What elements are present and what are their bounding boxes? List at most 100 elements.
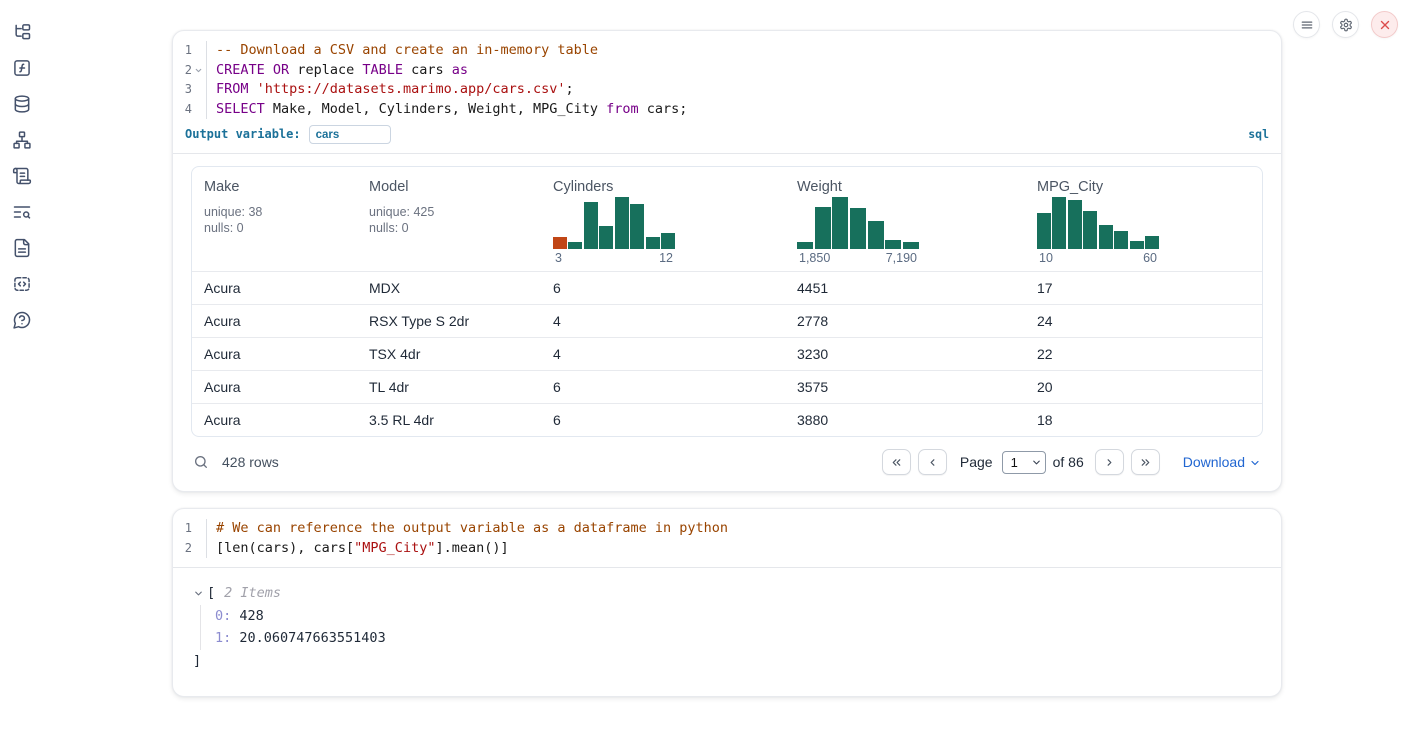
help-icon[interactable] bbox=[12, 310, 32, 330]
table-cell[interactable]: Acura bbox=[192, 370, 357, 403]
search-icon[interactable] bbox=[193, 454, 209, 470]
table-cell[interactable]: 2778 bbox=[785, 304, 1025, 337]
histogram-bar[interactable] bbox=[868, 221, 884, 249]
histogram-bar[interactable] bbox=[903, 242, 919, 248]
histogram-bar[interactable] bbox=[815, 207, 831, 249]
histogram-bar[interactable] bbox=[885, 240, 901, 249]
table-cell[interactable]: 18 bbox=[1025, 403, 1262, 436]
histogram-bar[interactable] bbox=[1052, 197, 1066, 249]
histogram-axis: 1060 bbox=[1037, 251, 1159, 265]
histogram-bar[interactable] bbox=[797, 242, 813, 248]
table-cell[interactable]: TL 4dr bbox=[357, 370, 541, 403]
histogram-bar[interactable] bbox=[1037, 213, 1051, 248]
table-cell[interactable]: Acura bbox=[192, 403, 357, 436]
table-cell[interactable]: 6 bbox=[541, 370, 785, 403]
histogram-bar[interactable] bbox=[832, 197, 848, 249]
code-snippet-icon[interactable] bbox=[12, 274, 32, 294]
table-cell[interactable]: 17 bbox=[1025, 271, 1262, 304]
histogram-bar[interactable] bbox=[630, 204, 644, 249]
histogram-bar[interactable] bbox=[1130, 241, 1144, 248]
code-line[interactable]: 4SELECT Make, Model, Cylinders, Weight, … bbox=[173, 100, 1281, 120]
items-count-label: 2 Items bbox=[224, 582, 281, 605]
table-cell[interactable]: 4451 bbox=[785, 271, 1025, 304]
page-select[interactable]: 1 bbox=[1002, 451, 1046, 474]
histogram-bar[interactable] bbox=[584, 202, 598, 249]
table-cell[interactable]: 6 bbox=[541, 271, 785, 304]
histogram-bar[interactable] bbox=[1068, 200, 1082, 249]
histogram-bar[interactable] bbox=[568, 242, 582, 248]
database-icon[interactable] bbox=[12, 94, 32, 114]
code-line[interactable]: 1-- Download a CSV and create an in-memo… bbox=[173, 41, 1281, 61]
page-label: Page bbox=[960, 454, 993, 470]
histogram-bar[interactable] bbox=[661, 233, 675, 249]
table-row[interactable]: AcuraRSX Type S 2dr4277824 bbox=[192, 304, 1262, 337]
output-variable-input[interactable] bbox=[309, 125, 391, 144]
column-header[interactable]: Makeunique: 38nulls: 0 bbox=[192, 167, 357, 272]
table-cell[interactable]: 6 bbox=[541, 403, 785, 436]
text-search-icon[interactable] bbox=[12, 202, 32, 222]
column-name: Weight bbox=[797, 179, 1013, 195]
code-line[interactable]: 1# We can reference the output variable … bbox=[173, 519, 1281, 539]
histogram-bar[interactable] bbox=[1099, 225, 1113, 248]
table-cell[interactable]: 22 bbox=[1025, 337, 1262, 370]
table-row[interactable]: AcuraTSX 4dr4323022 bbox=[192, 337, 1262, 370]
histogram-bar[interactable] bbox=[646, 237, 660, 248]
menu-icon[interactable] bbox=[1293, 11, 1320, 38]
file-text-icon[interactable] bbox=[12, 238, 32, 258]
fold-chevron-icon[interactable] bbox=[194, 66, 203, 75]
column-histogram[interactable]: 1060 bbox=[1037, 197, 1159, 265]
table-cell[interactable]: TSX 4dr bbox=[357, 337, 541, 370]
shutdown-icon[interactable] bbox=[1371, 11, 1398, 38]
table-row[interactable]: AcuraTL 4dr6357520 bbox=[192, 370, 1262, 403]
network-graph-icon[interactable] bbox=[12, 130, 32, 150]
code-text: SELECT Make, Model, Cylinders, Weight, M… bbox=[207, 100, 687, 120]
histogram-bar[interactable] bbox=[1114, 231, 1128, 248]
column-header[interactable]: MPG_City 1060 bbox=[1025, 167, 1262, 272]
histogram-bar[interactable] bbox=[615, 197, 629, 249]
sql-code-editor[interactable]: 1-- Download a CSV and create an in-memo… bbox=[173, 31, 1281, 153]
table-cell[interactable]: RSX Type S 2dr bbox=[357, 304, 541, 337]
code-line[interactable]: 2[len(cars), cars["MPG_City"].mean()] bbox=[173, 539, 1281, 559]
column-histogram[interactable]: 312 bbox=[553, 197, 675, 265]
download-button[interactable]: Download bbox=[1183, 454, 1261, 470]
table-row[interactable]: AcuraMDX6445117 bbox=[192, 271, 1262, 304]
histogram-bar[interactable] bbox=[599, 226, 613, 249]
column-header[interactable]: Modelunique: 425nulls: 0 bbox=[357, 167, 541, 272]
settings-icon[interactable] bbox=[1332, 11, 1359, 38]
table-cell[interactable]: MDX bbox=[357, 271, 541, 304]
table-cell[interactable]: 4 bbox=[541, 337, 785, 370]
collapse-chevron-icon[interactable] bbox=[193, 588, 204, 599]
file-tree-icon[interactable] bbox=[12, 22, 32, 42]
table-cell[interactable]: 20 bbox=[1025, 370, 1262, 403]
table-cell[interactable]: 3880 bbox=[785, 403, 1025, 436]
column-header[interactable]: Cylinders312 bbox=[541, 167, 785, 272]
first-page-button[interactable] bbox=[882, 449, 911, 475]
table-cell[interactable]: Acura bbox=[192, 304, 357, 337]
column-histogram[interactable]: 1,8507,190 bbox=[797, 197, 919, 265]
code-line[interactable]: 3FROM 'https://datasets.marimo.app/cars.… bbox=[173, 80, 1281, 100]
histogram-bar[interactable] bbox=[850, 208, 866, 249]
histogram-bar[interactable] bbox=[1083, 211, 1097, 249]
table-cell[interactable]: Acura bbox=[192, 337, 357, 370]
function-square-icon[interactable] bbox=[12, 58, 32, 78]
table-cell[interactable]: 3575 bbox=[785, 370, 1025, 403]
table-cell[interactable]: 3.5 RL 4dr bbox=[357, 403, 541, 436]
prev-page-button[interactable] bbox=[918, 449, 947, 475]
table-cell[interactable]: 3230 bbox=[785, 337, 1025, 370]
python-code-editor[interactable]: 1# We can reference the output variable … bbox=[173, 509, 1281, 567]
column-name: MPG_City bbox=[1037, 179, 1250, 195]
histogram-bar[interactable] bbox=[1145, 236, 1159, 249]
table-header-row[interactable]: Makeunique: 38nulls: 0Modelunique: 425nu… bbox=[192, 167, 1262, 272]
column-header[interactable]: Weight 1,8507,190 bbox=[785, 167, 1025, 272]
line-number: 4 bbox=[173, 100, 207, 120]
code-line[interactable]: 2CREATE OR replace TABLE cars as bbox=[173, 61, 1281, 81]
table-cell[interactable]: Acura bbox=[192, 271, 357, 304]
histogram-bar[interactable] bbox=[553, 237, 567, 248]
python-output-tree: [ 2 Items 0: 4281: 20.060747663551403 ] bbox=[173, 568, 1281, 696]
scroll-icon[interactable] bbox=[12, 166, 32, 186]
next-page-button[interactable] bbox=[1095, 449, 1124, 475]
table-row[interactable]: Acura3.5 RL 4dr6388018 bbox=[192, 403, 1262, 436]
table-cell[interactable]: 24 bbox=[1025, 304, 1262, 337]
last-page-button[interactable] bbox=[1131, 449, 1160, 475]
table-cell[interactable]: 4 bbox=[541, 304, 785, 337]
